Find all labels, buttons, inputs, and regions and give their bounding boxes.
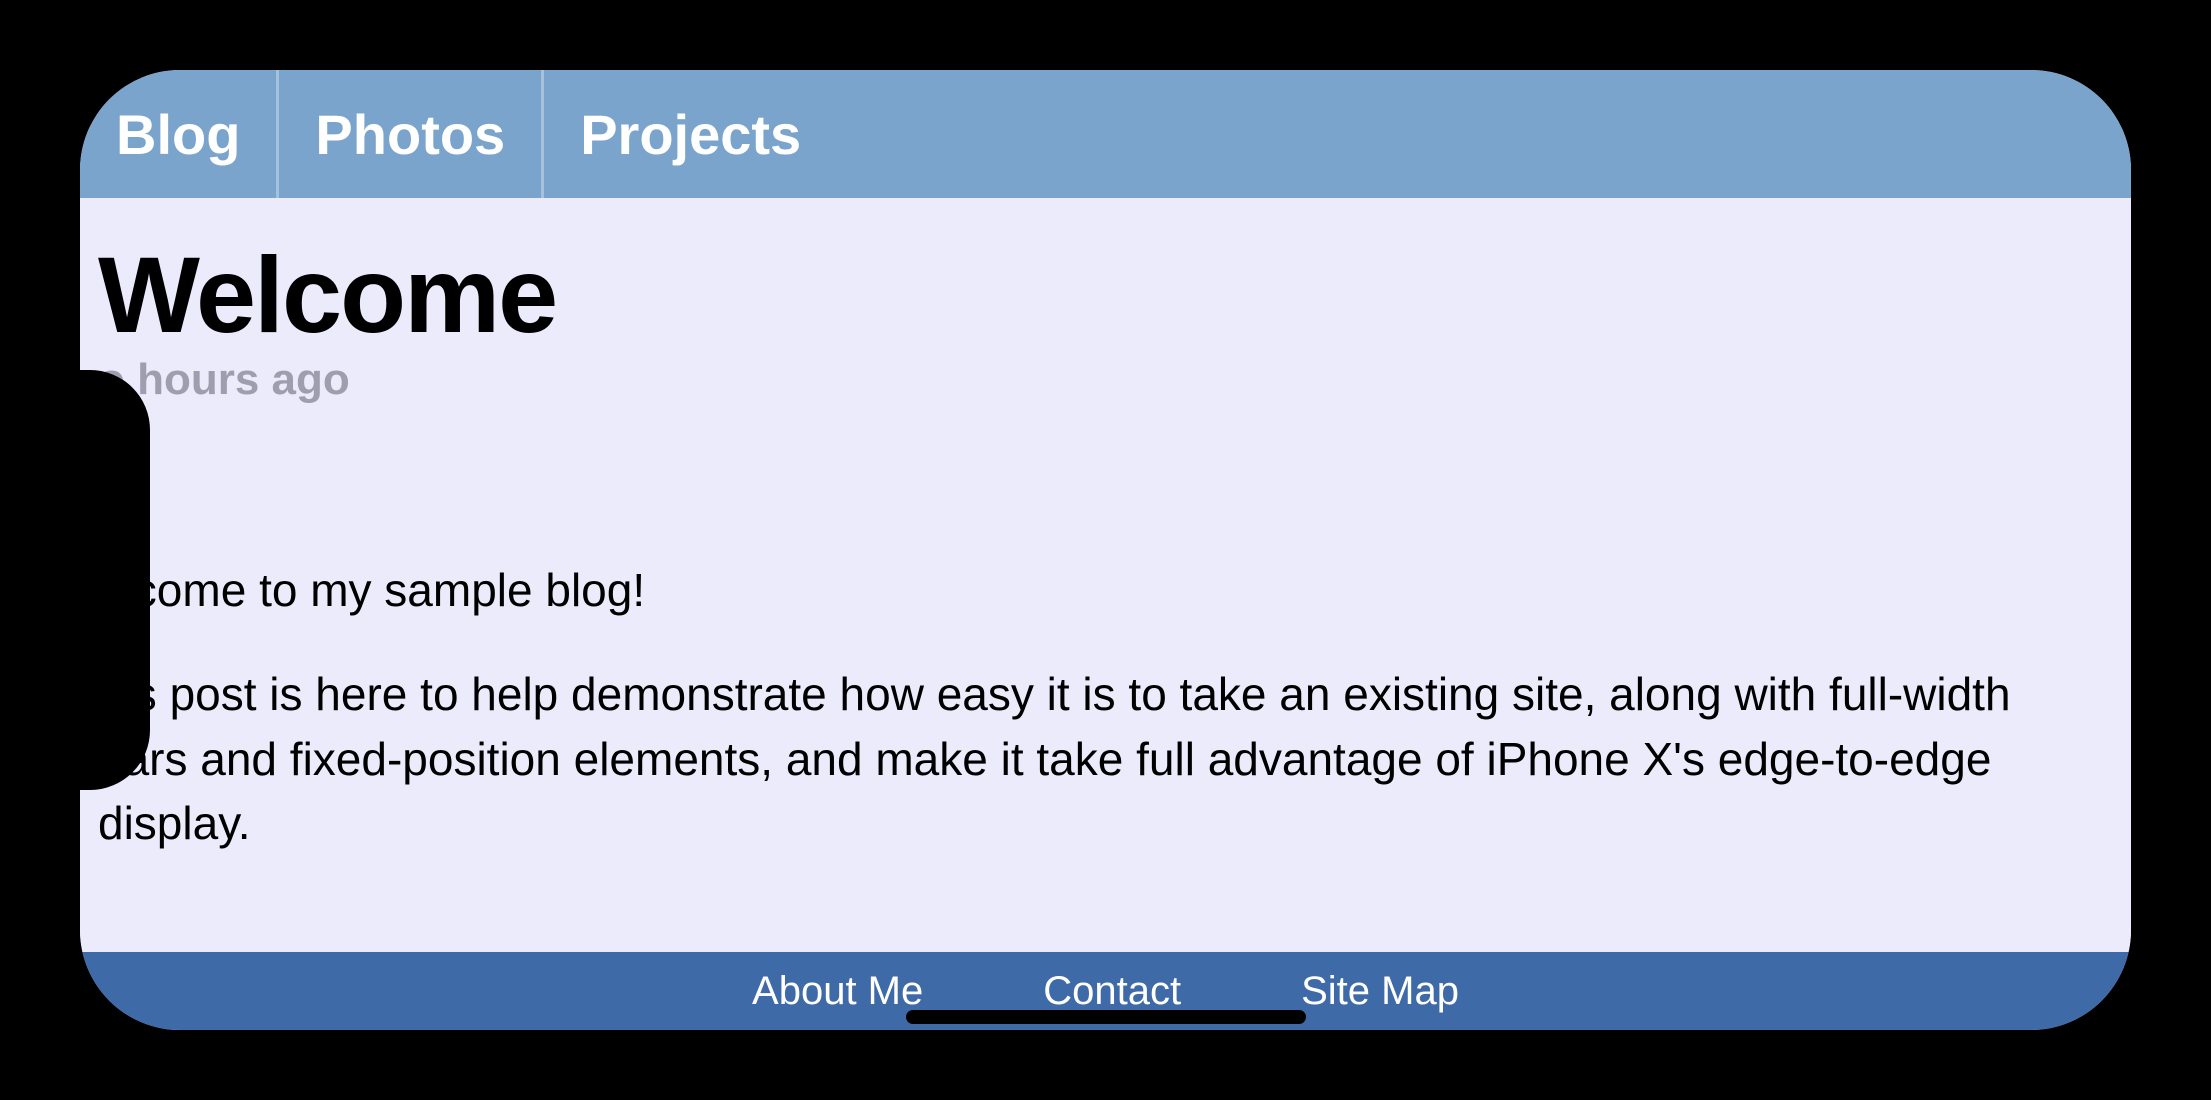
post-paragraph-3: his post is here to help demonstrate how… bbox=[98, 662, 2101, 855]
physical-button-bottom-1 bbox=[280, 1068, 410, 1082]
footer-link-label: Contact bbox=[1043, 969, 1181, 1013]
tab-photos[interactable]: Photos bbox=[279, 70, 544, 198]
post-title: Welcome bbox=[98, 238, 2101, 351]
tab-label: Projects bbox=[580, 102, 801, 167]
post-timestamp: o hours ago bbox=[98, 355, 2101, 405]
physical-button-top bbox=[440, 18, 640, 32]
post-paragraph-2: elcome to my sample blog! bbox=[98, 558, 2101, 622]
post-body: ! elcome to my sample blog! his post is … bbox=[98, 453, 2101, 855]
device-notch bbox=[80, 370, 150, 790]
tab-label: Photos bbox=[315, 102, 505, 167]
footer-link-contact[interactable]: Contact bbox=[1043, 969, 1181, 1014]
content-area[interactable]: Welcome o hours ago ! elcome to my sampl… bbox=[80, 198, 2131, 952]
stage: Blog Photos Projects Welcome o hours ago… bbox=[0, 0, 2211, 1100]
top-tab-bar: Blog Photos Projects bbox=[80, 70, 2131, 198]
screen: Blog Photos Projects Welcome o hours ago… bbox=[80, 70, 2131, 1030]
tab-projects[interactable]: Projects bbox=[544, 70, 837, 198]
tab-label: Blog bbox=[116, 102, 240, 167]
home-indicator[interactable] bbox=[906, 1010, 1306, 1024]
footer-link-sitemap[interactable]: Site Map bbox=[1301, 969, 1459, 1014]
post-paragraph-1: ! bbox=[98, 453, 2101, 517]
footer-link-label: About Me bbox=[752, 969, 923, 1013]
footer-link-label: Site Map bbox=[1301, 969, 1459, 1013]
device-frame: Blog Photos Projects Welcome o hours ago… bbox=[40, 30, 2171, 1070]
tab-blog[interactable]: Blog bbox=[80, 70, 279, 198]
physical-button-bottom-2 bbox=[460, 1068, 710, 1082]
footer-link-about[interactable]: About Me bbox=[752, 969, 923, 1014]
